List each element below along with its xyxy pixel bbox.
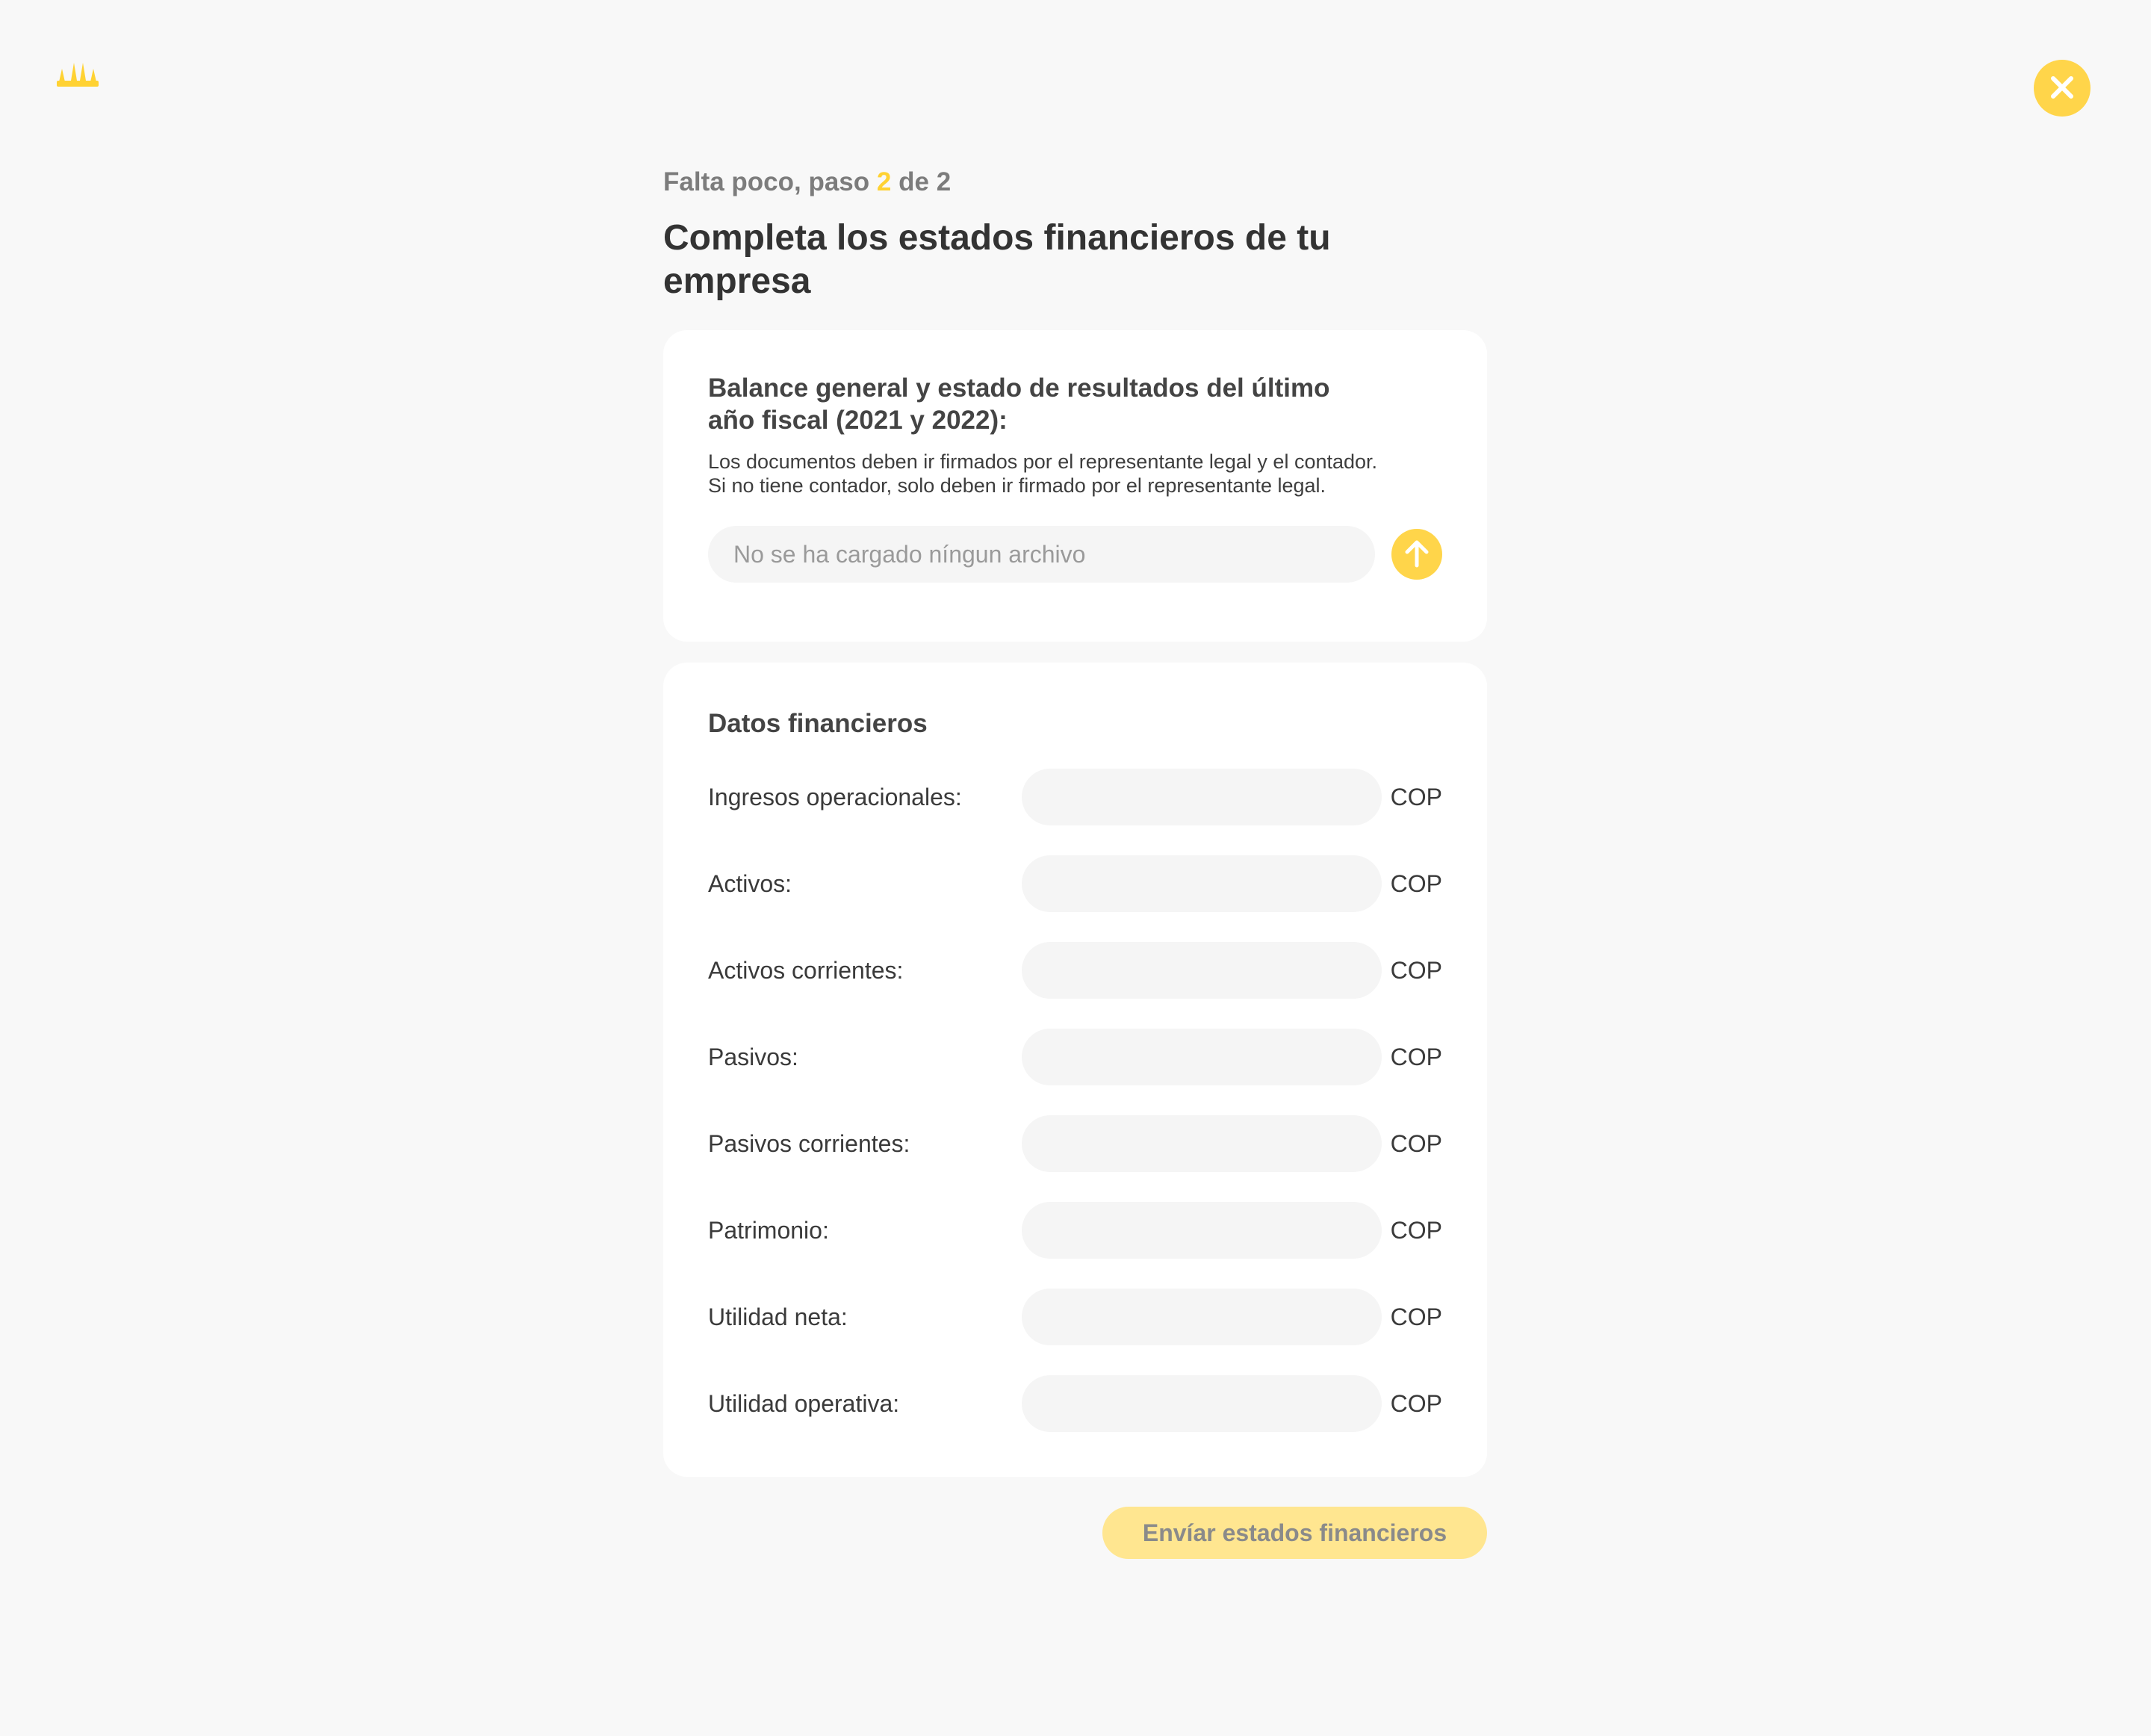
field-label: Pasivos: — [708, 1043, 798, 1070]
field-label: Activos corrientes: — [708, 956, 904, 984]
currency-unit: COP — [1390, 783, 1442, 810]
page: Falta poco, paso 2 de 2 Completa los est… — [0, 0, 2151, 1736]
page-title: Completa los estados financieros de tu e… — [663, 218, 1331, 301]
currency-unit: COP — [1390, 1129, 1442, 1157]
currency-unit: COP — [1390, 1303, 1442, 1330]
step-current: 2 — [876, 167, 892, 196]
currency-unit: COP — [1390, 1389, 1442, 1417]
financial-data-card: Datos financieros Ingresos operacionales… — [663, 663, 1487, 1477]
close-icon — [2047, 72, 2077, 105]
submit-financial-statements-button[interactable]: Envíar estados financieros — [1102, 1507, 1487, 1559]
activos-input[interactable] — [1022, 855, 1382, 912]
upload-row: No se ha cargado níngun archivo — [708, 526, 1442, 583]
utilidad-neta-input[interactable] — [1022, 1289, 1382, 1345]
field-label: Activos: — [708, 869, 792, 897]
field-label: Utilidad operativa: — [708, 1389, 900, 1417]
upload-card: Balance general y estado de resultados d… — [663, 330, 1487, 642]
field-row-ingresos-operacionales: Ingresos operacionales: COP — [708, 769, 1442, 825]
financial-fields: Ingresos operacionales: COP Activos: COP… — [708, 769, 1442, 1432]
step-total: 2 — [936, 167, 952, 196]
field-row-activos: Activos: COP — [708, 855, 1442, 912]
pasivos-corrientes-input[interactable] — [1022, 1115, 1382, 1172]
pasivos-input[interactable] — [1022, 1029, 1382, 1085]
upload-desc-line-2: Si no tiene contador, solo deben ir firm… — [708, 474, 1326, 497]
financial-data-title: Datos financieros — [708, 709, 928, 738]
step-separator: de — [898, 167, 929, 196]
field-label: Patrimonio: — [708, 1216, 829, 1244]
form-container: Falta poco, paso 2 de 2 Completa los est… — [663, 166, 1487, 1559]
field-row-patrimonio: Patrimonio: COP — [708, 1202, 1442, 1259]
utilidad-operativa-input[interactable] — [1022, 1375, 1382, 1432]
currency-unit: COP — [1390, 1043, 1442, 1070]
field-label: Utilidad neta: — [708, 1303, 848, 1330]
upload-desc-line-1: Los documentos deben ir firmados por el … — [708, 450, 1378, 473]
ingresos-operacionales-input[interactable] — [1022, 769, 1382, 825]
field-row-pasivos: Pasivos: COP — [708, 1029, 1442, 1085]
activos-corrientes-input[interactable] — [1022, 942, 1382, 999]
crown-logo-icon — [57, 58, 99, 88]
step-prefix: Falta poco, paso — [663, 167, 870, 196]
currency-unit: COP — [1390, 956, 1442, 984]
submit-row: Envíar estados financieros — [663, 1507, 1487, 1559]
currency-unit: COP — [1390, 1216, 1442, 1244]
currency-unit: COP — [1390, 869, 1442, 897]
field-row-pasivos-corrientes: Pasivos corrientes: COP — [708, 1115, 1442, 1172]
field-row-activos-corrientes: Activos corrientes: COP — [708, 942, 1442, 999]
patrimonio-input[interactable] — [1022, 1202, 1382, 1259]
step-indicator: Falta poco, paso 2 de 2 — [663, 166, 1487, 200]
field-row-utilidad-neta: Utilidad neta: COP — [708, 1289, 1442, 1345]
field-row-utilidad-operativa: Utilidad operativa: COP — [708, 1375, 1442, 1432]
arrow-up-icon — [1400, 537, 1433, 572]
field-label: Ingresos operacionales: — [708, 783, 962, 810]
file-status-field[interactable]: No se ha cargado níngun archivo — [708, 526, 1376, 583]
upload-button[interactable] — [1391, 529, 1442, 580]
close-button[interactable] — [2034, 60, 2091, 117]
upload-card-title: Balance general y estado de resultados d… — [708, 373, 1330, 435]
upload-card-description: Los documentos deben ir firmados por el … — [708, 450, 1442, 497]
field-label: Pasivos corrientes: — [708, 1129, 910, 1157]
